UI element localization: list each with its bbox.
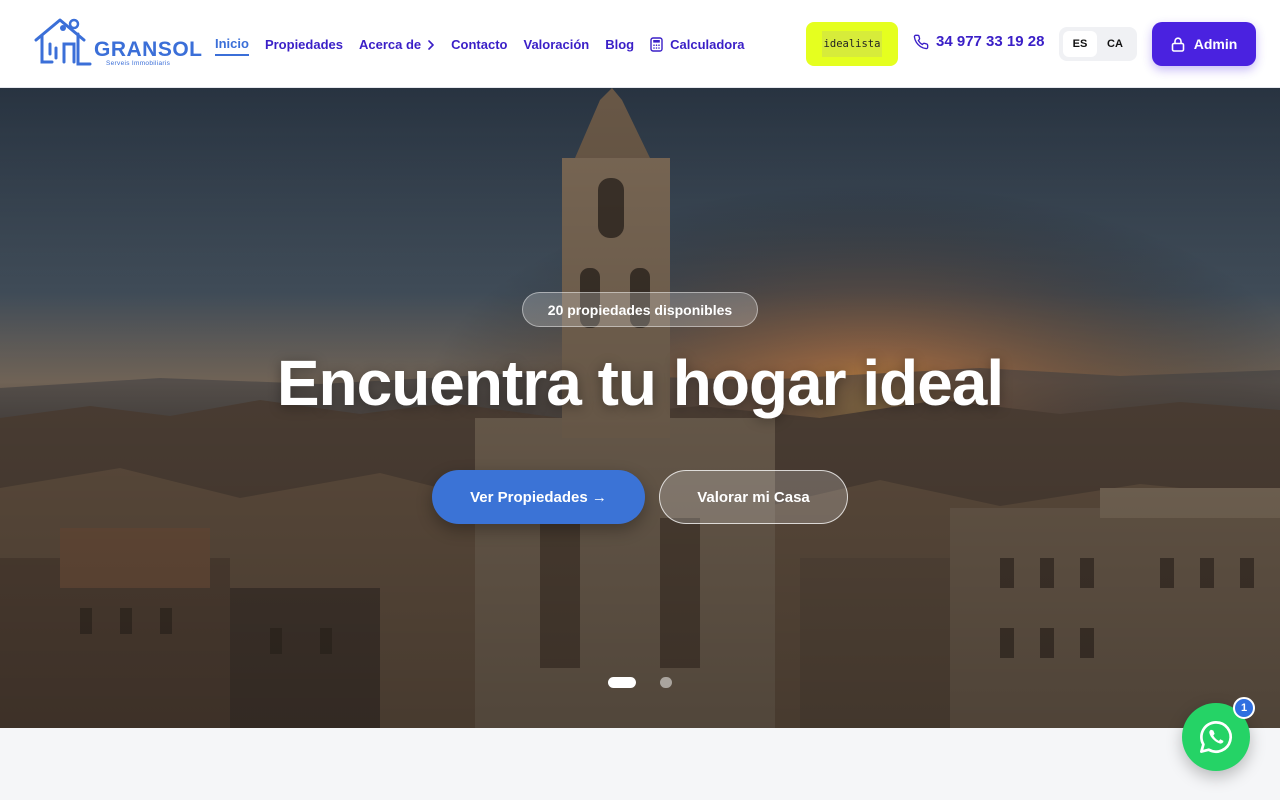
nav-item-label: Calculadora: [670, 37, 745, 52]
brand-tagline: Serveis Immobiliaris: [106, 60, 171, 67]
nav-item-acerca-de[interactable]: Acerca de: [359, 32, 435, 56]
brand-name: GRANSOL: [94, 38, 203, 61]
chevron-right-icon: [428, 39, 434, 50]
nav-item-propiedades[interactable]: Propiedades: [265, 32, 343, 56]
value-my-home-button[interactable]: Valorar mi Casa: [659, 470, 848, 524]
phone-number: 34 977 33 19 28: [936, 33, 1045, 50]
phone-icon: [913, 34, 929, 49]
language-switcher: ES CA: [1059, 27, 1137, 61]
language-ca-button[interactable]: CA: [1098, 31, 1132, 57]
nav-item-blog[interactable]: Blog: [605, 32, 634, 56]
lock-icon: [1171, 36, 1185, 52]
hero-section: 20 propiedades disponibles Encuentra tu …: [0, 88, 1280, 728]
house-logo-icon: [34, 18, 92, 66]
phone-link[interactable]: 34 977 33 19 28: [913, 33, 1044, 50]
nav-item-label: Blog: [605, 37, 635, 52]
slide-dot-2[interactable]: [660, 677, 672, 688]
view-properties-button[interactable]: Ver Propiedades →: [432, 470, 645, 524]
admin-button[interactable]: Admin: [1152, 22, 1256, 66]
idealista-button[interactable]: idealista: [806, 22, 898, 66]
main-nav: Inicio Propiedades Acerca de Contacto Va…: [215, 32, 761, 56]
nav-item-inicio[interactable]: Inicio: [215, 32, 249, 56]
whatsapp-notification-badge: 1: [1233, 697, 1255, 719]
nav-item-label: Valoración: [523, 37, 590, 52]
language-es-button[interactable]: ES: [1063, 31, 1097, 57]
nav-item-label: Propiedades: [264, 37, 343, 52]
site-header: GRANSOL Serveis Immobiliaris Inicio Prop…: [0, 0, 1280, 88]
available-properties-badge: 20 propiedades disponibles: [522, 292, 758, 327]
admin-label: Admin: [1193, 36, 1238, 52]
calculator-icon: [650, 37, 663, 52]
nav-item-label: Contacto: [451, 37, 508, 52]
hero-title: Encuentra tu hogar ideal: [276, 347, 1004, 419]
nav-item-label: Inicio: [215, 36, 249, 51]
idealista-label: idealista: [822, 31, 882, 57]
brand-logo[interactable]: GRANSOL Serveis Immobiliaris: [32, 14, 202, 72]
content-section: [0, 728, 1280, 800]
nav-item-contacto[interactable]: Contacto: [451, 32, 507, 56]
slide-dot-1[interactable]: [608, 677, 636, 688]
nav-item-calculadora[interactable]: Calculadora: [650, 32, 745, 56]
nav-item-valoracion[interactable]: Valoración: [523, 32, 589, 56]
nav-item-label: Acerca de: [358, 37, 422, 52]
whatsapp-icon: [1200, 721, 1232, 753]
